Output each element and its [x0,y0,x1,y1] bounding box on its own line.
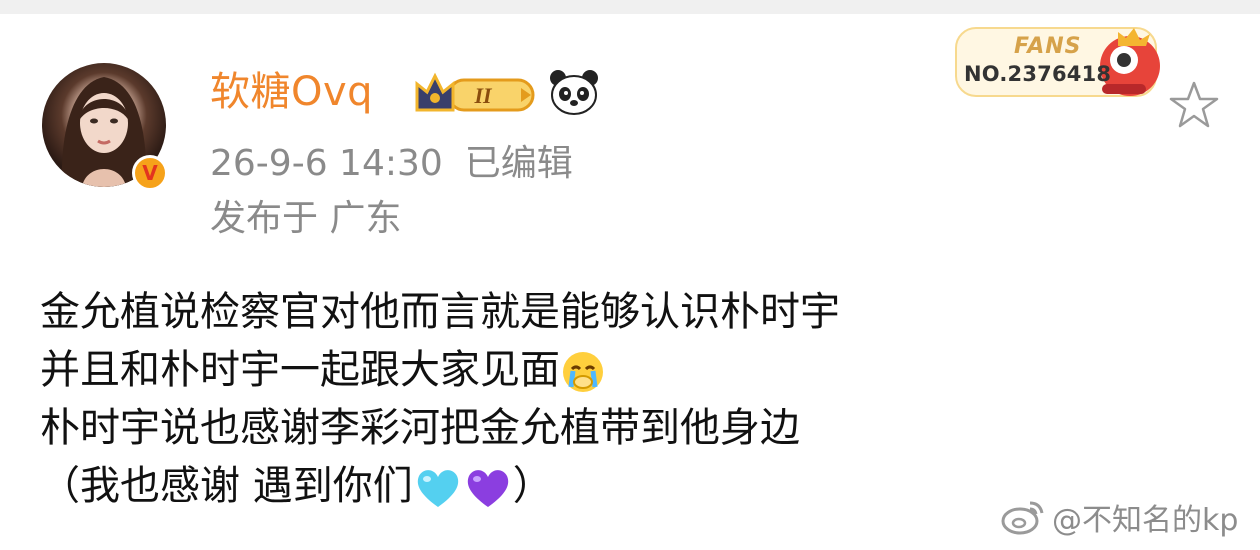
crying-face-emoji [563,352,603,392]
purple-heart-emoji [467,470,508,507]
username-link[interactable]: 软糖Ovq [210,66,373,118]
watermark-text: @不知名的kp [1052,503,1239,538]
post-meta-time: 26-9-6 14:30 已编辑 [210,141,573,187]
top-divider [0,0,1260,14]
star-favorite-icon[interactable] [1168,80,1220,130]
level-badge-text: II [473,83,493,108]
post-line-3: 朴时宇说也感谢李彩河把金允植带到他身边 [40,405,800,451]
verified-badge-icon: V [132,155,168,191]
post-timestamp: 26-9-6 14:30 [210,143,443,184]
post-line-4-close: ） [512,463,553,509]
fans-label: FANS [1014,34,1082,59]
panda-icon[interactable] [548,68,600,116]
edited-label[interactable]: 已编辑 [465,143,573,184]
light-blue-heart-emoji [417,470,458,507]
post-line-4-text: （我也感谢 遇到你们 [40,463,413,509]
post-line-2: 并且和朴时宇一起跟大家见面 [40,341,1230,399]
weibo-logo-icon [1001,501,1044,535]
fans-number: NO.2376418 [964,62,1112,86]
post-line-1: 金允植说检察官对他而言就是能够认识朴时宇 [40,289,840,335]
crown-level-badge-icon[interactable]: II [413,70,539,118]
avatar-container[interactable]: V [42,63,168,191]
watermark: @不知名的kp [1000,493,1238,541]
post-line-2-text: 并且和朴时宇一起跟大家见面 [40,347,560,393]
post-content: 金允植说检察官对他而言就是能够认识朴时宇 并且和朴时宇一起跟大家见面 朴时宇说也… [40,283,1230,515]
post-location: 发布于 广东 [210,198,402,239]
